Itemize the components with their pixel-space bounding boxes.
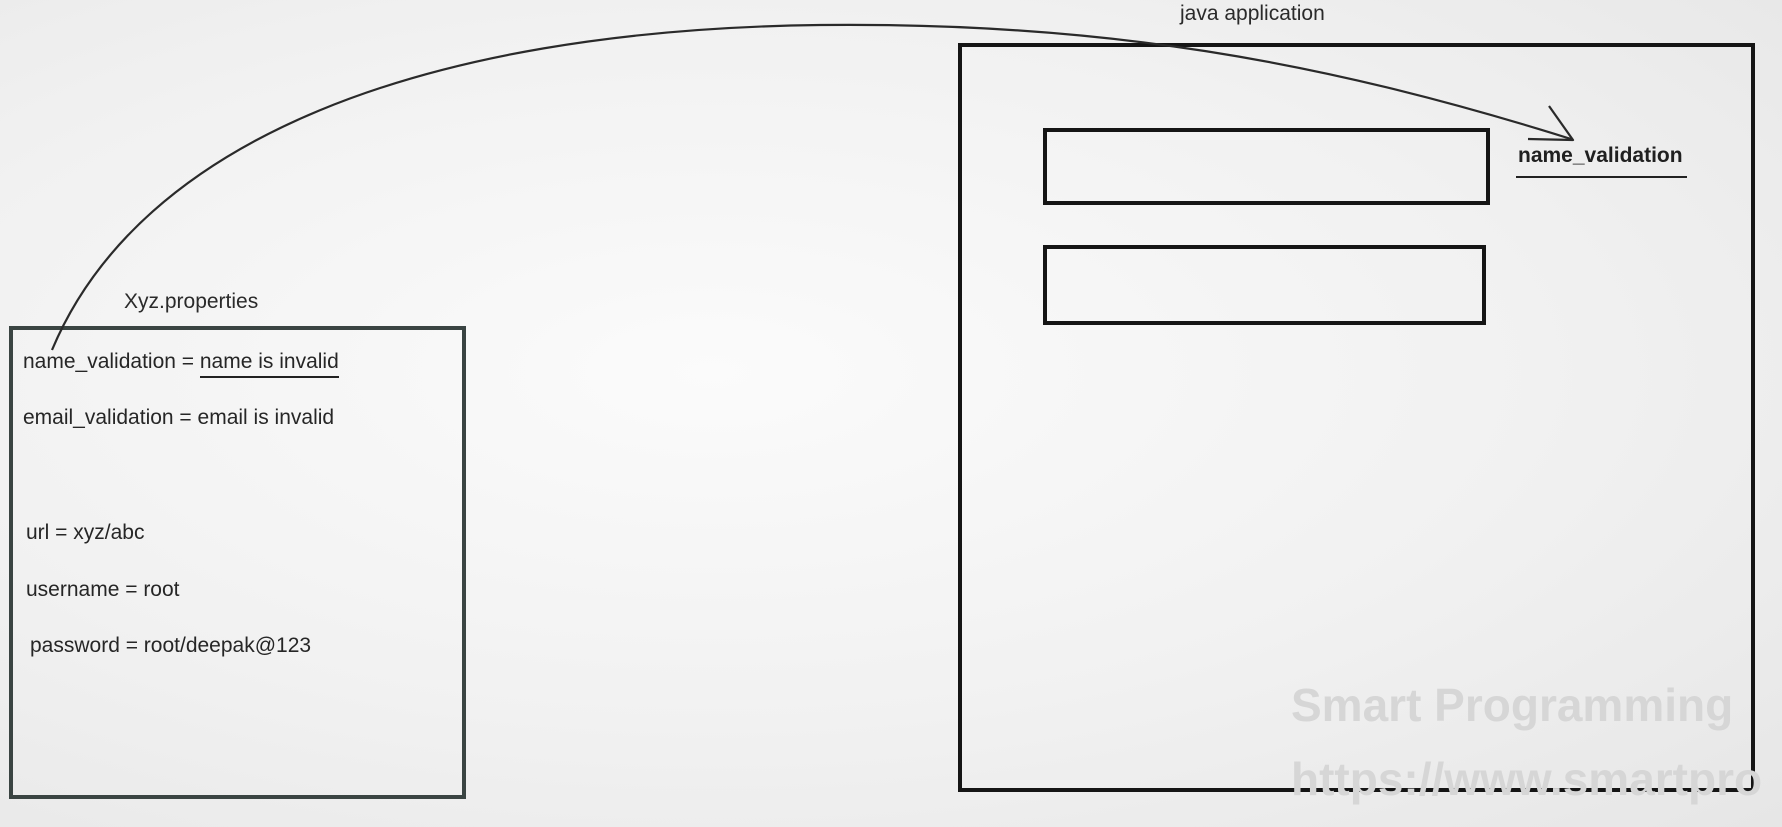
diagram-canvas: Xyz.properties name_validation = name is… [0,0,1782,827]
app-key-label: name_validation [1516,144,1687,178]
prop-value-underlined: name is invalid [199,350,339,378]
prop-name-validation: name_validation = name is invalid [23,350,339,378]
java-app-title: java application [1180,2,1325,25]
prop-email-validation: email_validation = email is invalid [23,406,335,429]
watermark-line-1: Smart Programming [1291,679,1734,731]
app-input-field-2[interactable] [1043,245,1486,325]
properties-file-box: name_validation = name is invalid email_… [9,326,466,799]
watermark-line-2: https://www.smartpro [1291,753,1763,805]
prop-key: name_validation = [23,350,200,373]
prop-password: password = root/deepak@123 [30,634,312,657]
prop-url: url = xyz/abc [26,521,145,544]
app-input-field-1[interactable] [1043,128,1490,205]
properties-file-title: Xyz.properties [124,290,259,313]
prop-username: username = root [26,578,180,601]
